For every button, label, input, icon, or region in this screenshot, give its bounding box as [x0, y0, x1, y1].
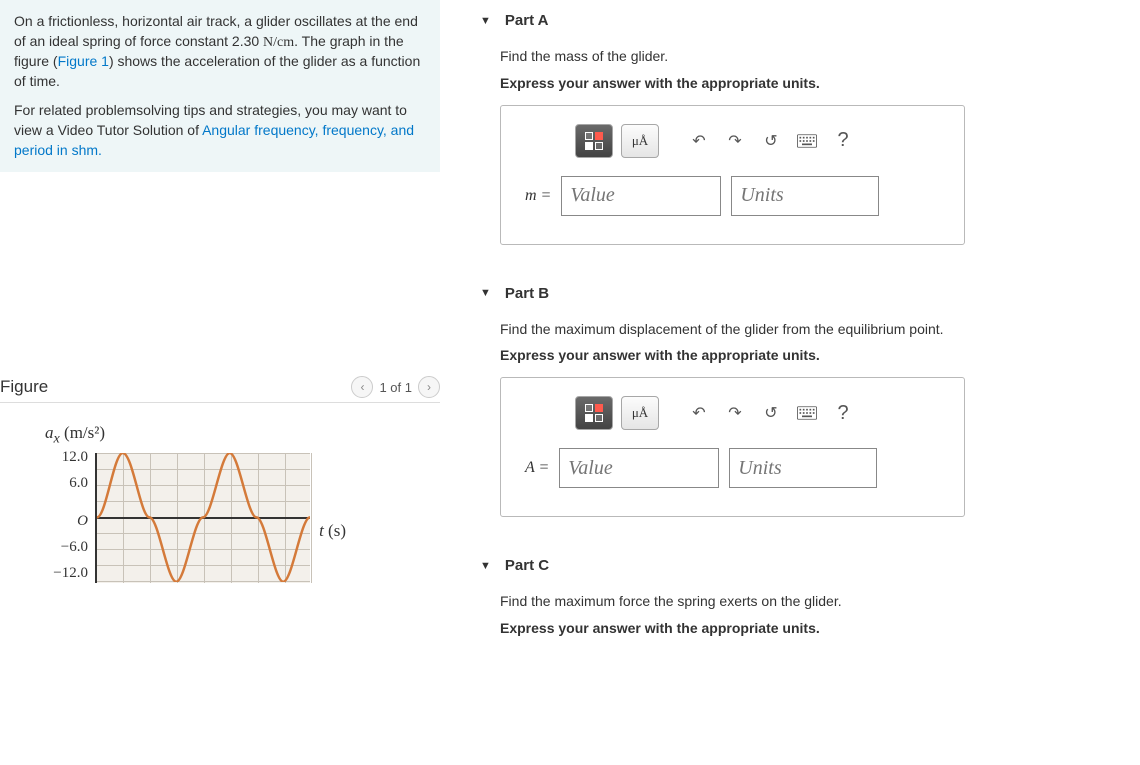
sine-curve-icon — [97, 453, 310, 582]
figure-section: Figure ‹ 1 of 1 › ax (m/s²) t (s) 12.0 — [0, 372, 440, 593]
part-c-header[interactable]: ▼ Part C — [480, 557, 1120, 574]
undo-button[interactable]: ↶ — [685, 399, 713, 427]
figure-next-button[interactable]: › — [418, 376, 440, 398]
x-axis-label: t (s) — [319, 521, 346, 541]
figure-1-link[interactable]: Figure 1 — [58, 53, 109, 69]
part-b-answer-box: μÅ ↶ ↷ ↺ ? A = — [500, 377, 965, 517]
help-button[interactable]: ? — [829, 399, 857, 427]
reset-button[interactable]: ↺ — [757, 399, 785, 427]
part-b-question: Find the maximum displacement of the gli… — [480, 320, 1120, 340]
caret-down-icon: ▼ — [480, 15, 491, 27]
units-input[interactable] — [731, 176, 879, 216]
figure-page-label: 1 of 1 — [379, 380, 412, 395]
part-title: Part B — [505, 285, 549, 302]
ytick: 12.0 — [40, 449, 88, 466]
keyboard-button[interactable] — [793, 399, 821, 427]
redo-button[interactable]: ↷ — [721, 127, 749, 155]
help-button[interactable]: ? — [829, 127, 857, 155]
undo-button[interactable]: ↶ — [685, 127, 713, 155]
part-a: ▼ Part A Find the mass of the glider. Ex… — [480, 12, 1120, 245]
value-input[interactable] — [559, 448, 719, 488]
part-a-instruction: Express your answer with the appropriate… — [480, 75, 1120, 91]
ytick: 6.0 — [40, 475, 88, 492]
answer-toolbar: μÅ ↶ ↷ ↺ ? — [525, 124, 940, 158]
reset-button[interactable]: ↺ — [757, 127, 785, 155]
caret-down-icon: ▼ — [480, 560, 491, 572]
ytick: −12.0 — [40, 565, 88, 582]
figure-pager: ‹ 1 of 1 › — [351, 376, 440, 398]
acceleration-graph: ax (m/s²) t (s) 12.0 6.0 O −6.0 −12.0 0.… — [40, 423, 340, 593]
keyboard-icon — [797, 406, 817, 420]
template-picker-button[interactable] — [575, 124, 613, 158]
variable-label: A = — [525, 459, 549, 477]
answer-toolbar: μÅ ↶ ↷ ↺ ? — [525, 396, 940, 430]
force-constant-units: N/cm — [263, 35, 294, 50]
part-title: Part A — [505, 12, 549, 29]
part-c-instruction: Express your answer with the appropriate… — [480, 620, 1120, 636]
units-button[interactable]: μÅ — [621, 124, 659, 158]
ytick-zero: O — [58, 513, 88, 530]
part-c-question: Find the maximum force the spring exerts… — [480, 592, 1120, 612]
caret-down-icon: ▼ — [480, 287, 491, 299]
template-picker-button[interactable] — [575, 396, 613, 430]
ytick: −6.0 — [40, 539, 88, 556]
part-c: ▼ Part C Find the maximum force the spri… — [480, 557, 1120, 636]
figure-prev-button[interactable]: ‹ — [351, 376, 373, 398]
y-axis-label: ax (m/s²) — [45, 423, 105, 447]
plot-area — [95, 453, 310, 583]
part-b-instruction: Express your answer with the appropriate… — [480, 347, 1120, 363]
template-icon — [584, 403, 604, 423]
problem-statement: On a frictionless, horizontal air track,… — [0, 0, 440, 172]
value-input[interactable] — [561, 176, 721, 216]
figure-title: Figure — [0, 377, 48, 397]
part-a-answer-box: μÅ ↶ ↷ ↺ ? m = — [500, 105, 965, 245]
template-icon — [584, 131, 604, 151]
keyboard-icon — [797, 134, 817, 148]
keyboard-button[interactable] — [793, 127, 821, 155]
part-a-header[interactable]: ▼ Part A — [480, 12, 1120, 29]
units-button[interactable]: μÅ — [621, 396, 659, 430]
redo-button[interactable]: ↷ — [721, 399, 749, 427]
part-b: ▼ Part B Find the maximum displacement o… — [480, 285, 1120, 518]
part-a-question: Find the mass of the glider. — [480, 47, 1120, 67]
variable-label: m = — [525, 187, 551, 205]
part-b-header[interactable]: ▼ Part B — [480, 285, 1120, 302]
units-input[interactable] — [729, 448, 877, 488]
part-title: Part C — [505, 557, 549, 574]
